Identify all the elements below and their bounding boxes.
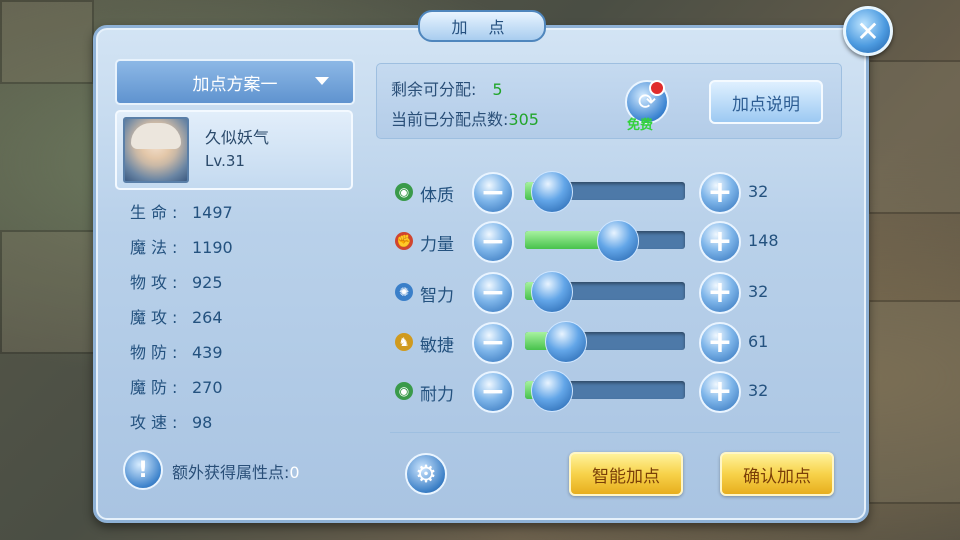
stat-row-mag-atk: 魔攻: 264 [130, 308, 223, 327]
attribute-row: ✊ 力量 − +148 [395, 220, 785, 263]
explain-button[interactable]: 加点说明 [709, 80, 823, 124]
slider-knob[interactable] [545, 321, 588, 363]
avatar [123, 117, 189, 183]
attribute-value: 61 [748, 332, 769, 351]
slider-fill [525, 332, 548, 350]
stat-row-hp: 生命: 1497 [130, 203, 233, 222]
scheme-dropdown[interactable]: 加点方案一 [115, 59, 355, 105]
slider-fill [525, 231, 599, 249]
slider-knob[interactable] [531, 271, 573, 313]
extra-points-label: 额外获得属性点:0 [172, 463, 300, 482]
attribute-row: ◉ 耐力 − +32 [395, 370, 785, 413]
remaining-points: 剩余可分配: 5 [391, 80, 503, 99]
agility-icon: ♞ [395, 333, 413, 351]
attribute-row: ♞ 敏捷 − +61 [395, 321, 785, 364]
scheme-label: 加点方案一 [192, 74, 278, 95]
stat-row-mag-def: 魔防: 270 [130, 378, 223, 397]
endurance-icon: ◉ [395, 382, 413, 400]
points-summary: 剩余可分配: 5 当前已分配点数:305 ⟳ 免费 加点说明 [376, 63, 842, 139]
minus-button[interactable]: − [472, 322, 514, 364]
plus-button[interactable]: + [699, 272, 741, 314]
attribute-name: 耐力 [420, 385, 454, 405]
notification-dot [649, 80, 665, 96]
attribute-row: ✺ 智力 − +32 [395, 271, 785, 314]
strength-icon: ✊ [395, 232, 413, 250]
intelligence-icon: ✺ [395, 283, 413, 301]
attribute-name: 力量 [420, 235, 454, 255]
plus-button[interactable]: + [699, 322, 741, 364]
stat-row-phys-def: 物防: 439 [130, 343, 223, 362]
slider-knob[interactable] [531, 370, 573, 412]
minus-button[interactable]: − [472, 221, 514, 263]
minus-button[interactable]: − [472, 172, 514, 214]
chevron-down-icon [315, 77, 329, 85]
attribute-value: 148 [748, 231, 779, 250]
info-icon[interactable]: ! [123, 450, 163, 490]
slider-knob[interactable] [531, 171, 573, 213]
reset-free-label: 免费 [627, 118, 654, 133]
confirm-allocate-button[interactable]: 确认加点 [720, 452, 834, 496]
attribute-name: 体质 [420, 186, 454, 206]
stat-row-mp: 魔法: 1190 [130, 238, 233, 257]
minus-button[interactable]: − [472, 272, 514, 314]
attribute-row: ◉ 体质 − +32 [395, 171, 785, 214]
background-tile [868, 300, 960, 504]
divider [390, 432, 840, 433]
stat-row-phys-atk: 物攻: 925 [130, 273, 223, 292]
character-name: 久似妖气 [205, 128, 270, 147]
attribute-name: 敏捷 [420, 336, 454, 356]
attribute-value: 32 [748, 381, 769, 400]
panel-title: 加 点 [418, 10, 546, 42]
stat-row-atk-speed: 攻速: 98 [130, 413, 213, 432]
attribute-value: 32 [748, 282, 769, 301]
smart-allocate-button[interactable]: 智能加点 [569, 452, 683, 496]
plus-button[interactable]: + [699, 221, 741, 263]
plus-button[interactable]: + [699, 172, 741, 214]
background-tile [868, 60, 960, 214]
attribute-name: 智力 [420, 286, 454, 306]
minus-button[interactable]: − [472, 371, 514, 413]
character-card: 久似妖气 Lv.31 [115, 110, 353, 190]
character-level: Lv.31 [205, 152, 245, 170]
background-tile [0, 230, 99, 354]
allocated-points: 当前已分配点数:305 [391, 110, 539, 129]
attribute-value: 32 [748, 182, 769, 201]
constitution-icon: ◉ [395, 183, 413, 201]
close-icon[interactable]: ✕ [843, 6, 893, 56]
slider-knob[interactable] [596, 220, 639, 262]
background-tile [0, 0, 94, 84]
gear-icon[interactable]: ⚙ [405, 453, 447, 495]
plus-button[interactable]: + [699, 371, 741, 413]
